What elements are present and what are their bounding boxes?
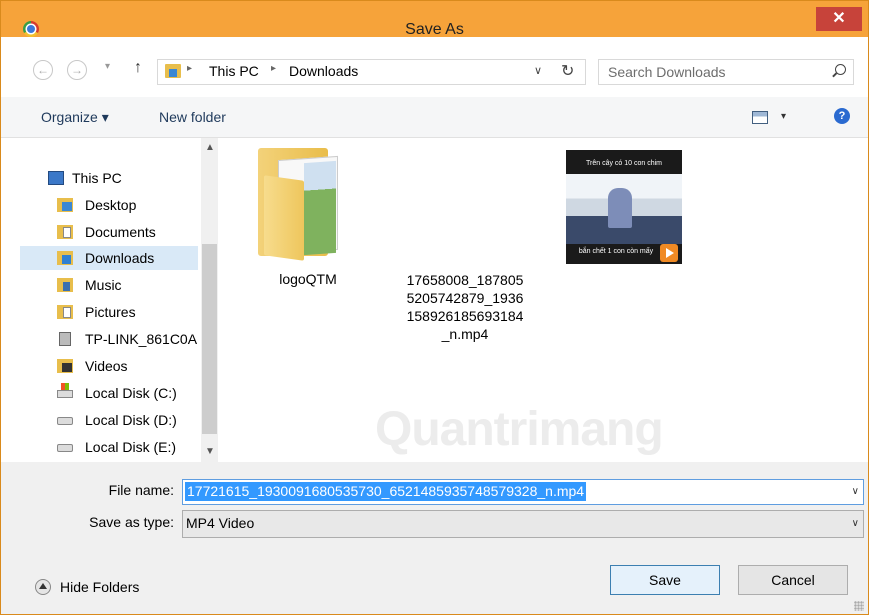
address-bar[interactable]: ▸ This PC ▸ Downloads ∨ ↻ (157, 59, 586, 85)
navigation-pane: This PC Desktop Documents Downloads Musi… (1, 138, 201, 462)
sidebar-item-label: Local Disk (C:) (85, 385, 177, 401)
change-view-icon[interactable] (752, 111, 768, 124)
file-name-line: 17658008_187805 (406, 272, 524, 288)
sidebar-item-this-pc[interactable]: This PC (1, 166, 201, 190)
sidebar-item-label: Pictures (85, 304, 136, 320)
recent-locations-dropdown[interactable]: ▾ (105, 61, 110, 72)
breadcrumb-separator-icon[interactable]: ▸ (271, 63, 276, 74)
sidebar-item-tp-link[interactable]: TP-LINK_861C0A (1, 327, 201, 351)
search-input[interactable]: Search Downloads (608, 64, 726, 80)
save-as-dialog: Save As ✕ ← → ▾ ↑ ▸ This PC ▸ Downloads … (0, 0, 869, 615)
thumbnail-caption-bottom: bắn chết 1 con còn mấy (578, 248, 654, 255)
cancel-button[interactable]: Cancel (738, 565, 848, 595)
sidebar-item-label: Videos (85, 358, 128, 374)
thumbnail-caption-top: Trên cây có 10 con chim (586, 160, 662, 167)
hide-folders-label: Hide Folders (60, 579, 140, 595)
play-icon (660, 244, 678, 262)
save-button[interactable]: Save (610, 565, 720, 595)
new-folder-button[interactable]: New folder (159, 109, 226, 125)
up-button[interactable]: ↑ (134, 59, 142, 77)
music-icon (57, 278, 73, 292)
sidebar-item-label: This PC (72, 170, 122, 186)
sidebar-item-pictures[interactable]: Pictures (1, 300, 201, 324)
file-name-label: File name: (108, 482, 174, 498)
resize-grip-icon[interactable] (854, 601, 864, 611)
save-form: File name: 17721615_1930091680535730_652… (1, 462, 868, 614)
video-thumbnail: Trên cây có 10 con chim bắn chết 1 con c… (566, 150, 682, 264)
videos-icon (57, 359, 73, 373)
system-disk-icon (57, 383, 73, 398)
sidebar-item-label: Desktop (85, 197, 137, 213)
disk-icon (57, 444, 73, 452)
sidebar-item-downloads[interactable]: Downloads (20, 246, 198, 270)
navigation-bar: ← → ▾ ↑ ▸ This PC ▸ Downloads ∨ ↻ Search… (1, 37, 868, 97)
sidebar-item-local-disk-c[interactable]: Local Disk (C:) (1, 381, 201, 405)
scrollbar-thumb[interactable] (202, 244, 217, 434)
chevron-up-icon (35, 579, 51, 595)
desktop-icon (57, 198, 73, 212)
sidebar-item-label: Local Disk (E:) (85, 439, 177, 455)
scroll-down-icon[interactable]: ▼ (205, 446, 215, 457)
file-list: Quantrimang logoQTM Trên cây có 10 con c… (218, 138, 868, 462)
organize-menu[interactable]: Organize ▾ (41, 109, 109, 126)
disk-icon (57, 417, 73, 425)
command-bar: Organize ▾ New folder ▾ ? (1, 97, 868, 138)
file-name-field[interactable]: 17721615_1930091680535730_65214859357485… (182, 479, 864, 505)
network-icon (59, 332, 71, 346)
pc-icon (48, 171, 64, 185)
file-name-line: 158926185693184 (406, 308, 524, 324)
help-icon[interactable]: ? (834, 108, 850, 124)
save-type-label: Save as type: (89, 514, 174, 530)
refresh-icon[interactable]: ↻ (561, 61, 574, 81)
downloads-folder-icon (165, 64, 181, 78)
back-button[interactable]: ← (33, 60, 53, 80)
file-name-dropdown-icon[interactable]: ∨ (852, 486, 859, 497)
search-icon[interactable] (835, 64, 846, 75)
watermark: Quantrimang (375, 403, 664, 456)
sidebar-item-documents[interactable]: Documents (1, 220, 201, 244)
forward-button[interactable]: → (67, 60, 87, 80)
breadcrumb-separator-icon[interactable]: ▸ (187, 63, 192, 74)
address-dropdown-icon[interactable]: ∨ (534, 64, 542, 77)
breadcrumb-downloads[interactable]: Downloads (289, 63, 358, 79)
file-name-line: 5205742879_1936 (406, 290, 524, 306)
title-bar[interactable]: Save As ✕ (1, 1, 868, 38)
sidebar-item-local-disk-d[interactable]: Local Disk (D:) (1, 408, 201, 432)
file-name: logoQTM (279, 271, 337, 287)
sidebar-item-videos[interactable]: Videos (1, 354, 201, 378)
save-type-dropdown-icon[interactable]: ∨ (852, 518, 859, 529)
sidebar-item-music[interactable]: Music (1, 273, 201, 297)
file-name: 17658008_187805 5205742879_1936 15892618… (405, 271, 525, 343)
sidebar-item-label: Documents (85, 224, 156, 240)
sidebar-item-label: Local Disk (D:) (85, 412, 177, 428)
search-box[interactable]: Search Downloads (598, 59, 854, 85)
sidebar-item-label: Downloads (85, 250, 155, 266)
file-item-video[interactable]: Trên cây có 10 con chim bắn chết 1 con c… (378, 138, 682, 353)
folder-icon (258, 148, 340, 261)
sidebar-scrollbar[interactable]: ▲ ▼ (201, 138, 218, 462)
documents-icon (57, 225, 73, 239)
pictures-icon (57, 305, 73, 319)
sidebar-item-desktop[interactable]: Desktop (1, 193, 201, 217)
close-button[interactable]: ✕ (816, 7, 862, 31)
downloads-icon (57, 251, 73, 265)
file-name-input[interactable]: 17721615_1930091680535730_65214859357485… (185, 482, 587, 501)
scroll-up-icon[interactable]: ▲ (205, 142, 215, 153)
file-item-logoqtm[interactable]: logoQTM (218, 138, 378, 298)
save-type-value: MP4 Video (186, 515, 255, 531)
sidebar-item-local-disk-e[interactable]: Local Disk (E:) (1, 435, 201, 459)
file-name-line: _n.mp4 (441, 326, 489, 342)
breadcrumb-this-pc[interactable]: This PC (209, 63, 259, 79)
save-type-select[interactable]: MP4 Video ∨ (182, 510, 864, 538)
sidebar-item-label: Music (85, 277, 122, 293)
view-options-dropdown[interactable]: ▾ (781, 111, 786, 122)
sidebar-item-label: TP-LINK_861C0A (85, 331, 198, 347)
